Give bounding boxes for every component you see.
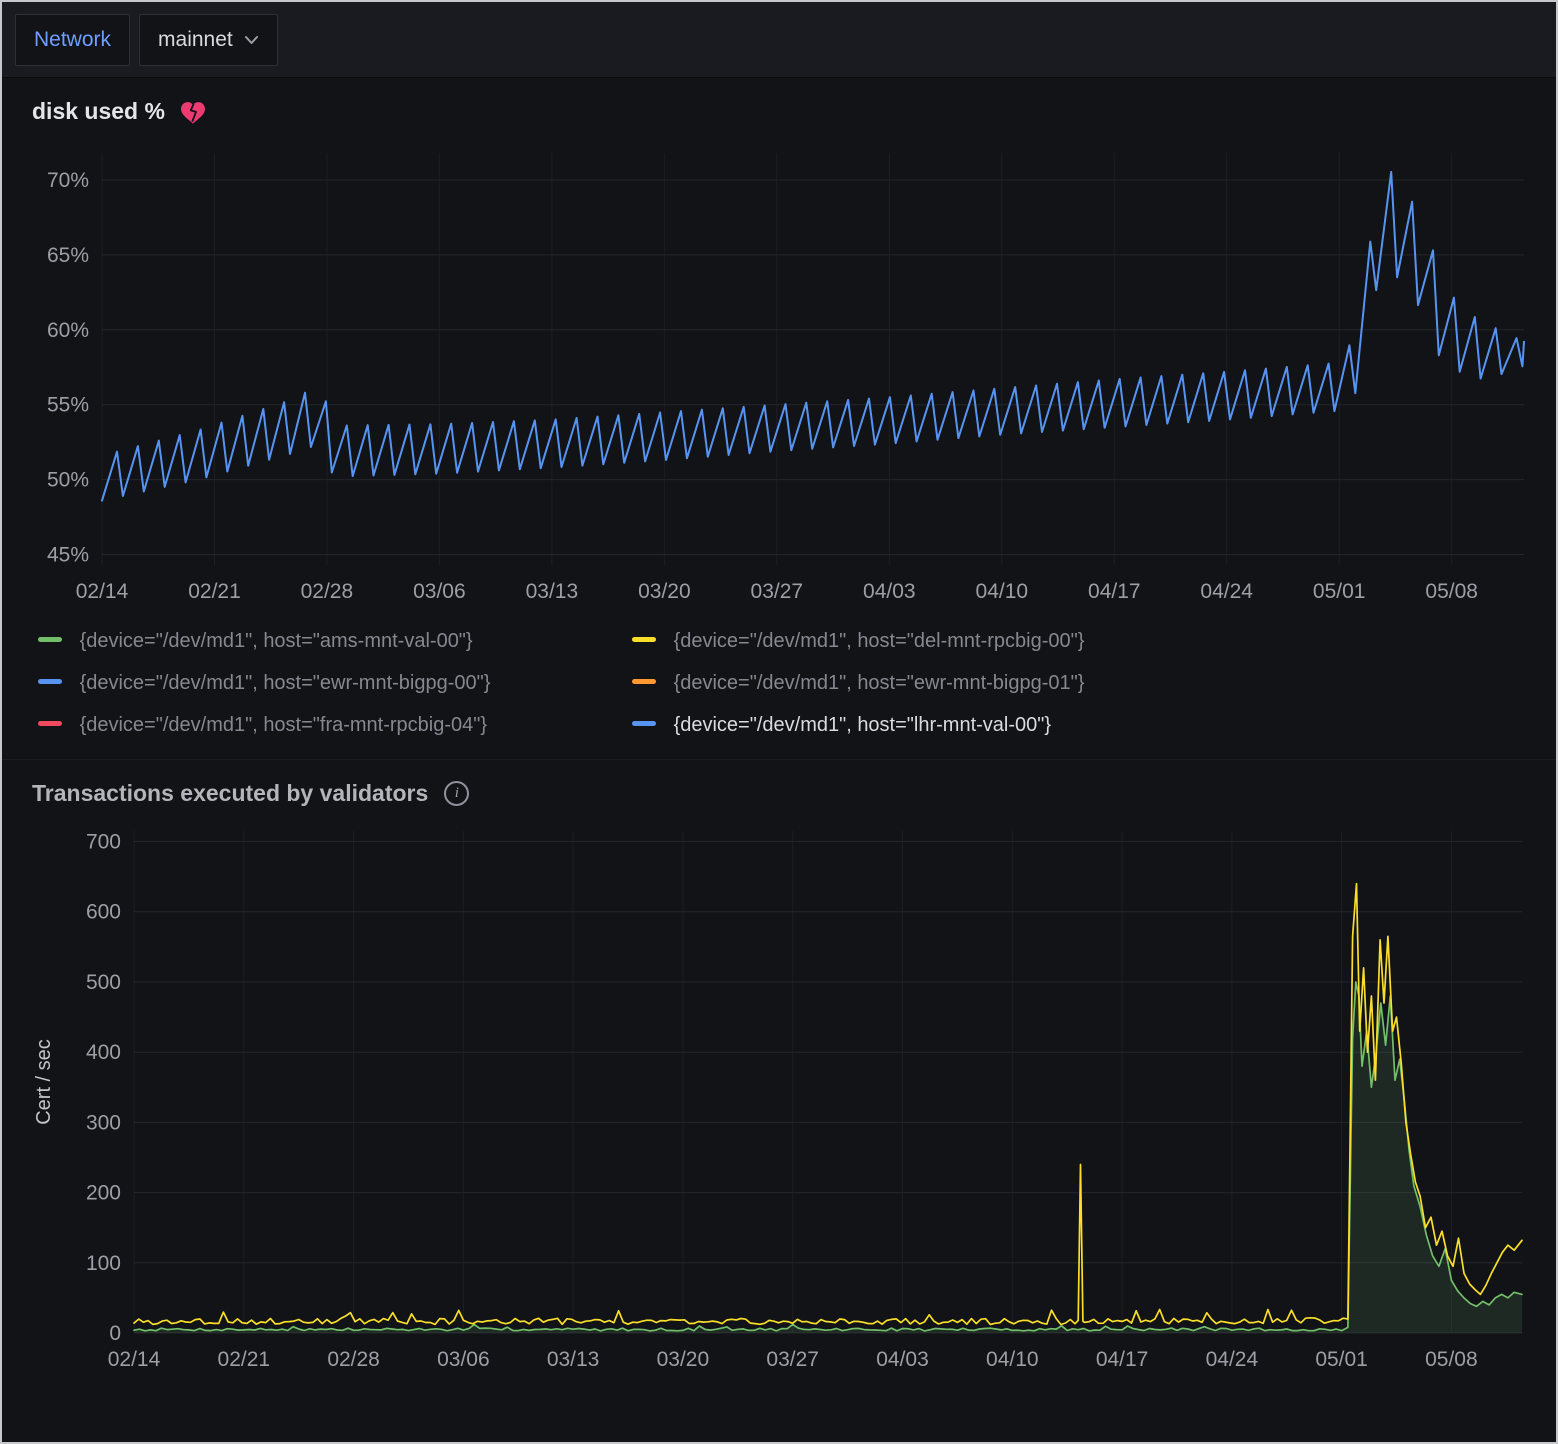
panel-disk-used: disk used % 02/14 02/21 02/28 03/06 03/13 03/… <box>2 78 1556 755</box>
x-tick-label: 05/01 <box>1313 580 1366 603</box>
legend-label: {device="/dev/md1", host="del-mnt-rpcbig… <box>674 630 1085 652</box>
x-tick-label: 05/08 <box>1425 1348 1478 1371</box>
series-fill <box>134 982 1522 1333</box>
legend-color-dash <box>632 721 656 726</box>
panel-header-disk-used: disk used % <box>2 78 1556 131</box>
y-tick-label: 65% <box>47 244 89 267</box>
dashboard-variables-bar: Network mainnet <box>2 2 1556 78</box>
network-variable-label: Network <box>15 14 130 66</box>
chevron-down-icon <box>244 35 259 45</box>
y-tick-label: 45% <box>47 544 89 567</box>
legend-color-dash <box>632 679 656 684</box>
legend-item-del-mnt-rpcbig-00[interactable]: {device="/dev/md1", host="del-mnt-rpcbig… <box>632 629 1556 653</box>
series-line <box>134 982 1522 1331</box>
x-tick-label: 04/24 <box>1206 1348 1259 1371</box>
transactions-chart[interactable]: 02/14 02/21 02/28 03/06 03/13 03/20 03/27 04/03… <box>16 817 1540 1383</box>
legend-label: {device="/dev/md1", host="ewr-mnt-bigpg-… <box>674 672 1085 694</box>
x-tick-label: 04/24 <box>1200 580 1253 603</box>
legend-color-dash <box>38 637 62 642</box>
y-tick-label: 500 <box>86 971 121 994</box>
x-tick-label: 03/13 <box>526 580 579 603</box>
series-line <box>134 884 1522 1325</box>
network-variable-value: mainnet <box>158 28 233 52</box>
x-tick-label: 05/01 <box>1315 1348 1368 1371</box>
x-tick-label: 03/27 <box>766 1348 819 1371</box>
legend-label: {device="/dev/md1", host="fra-mnt-rpcbig… <box>80 714 488 736</box>
y-tick-label: 100 <box>86 1252 121 1275</box>
disk-used-legend: {device="/dev/md1", host="ams-mnt-val-00… <box>2 613 1556 755</box>
y-tick-label: 700 <box>86 831 121 854</box>
x-tick-label: 04/10 <box>986 1348 1039 1371</box>
grafana-dashboard: Network mainnet disk used % 02/1402/2102… <box>0 0 1558 1444</box>
y-tick-label: 50% <box>47 469 89 492</box>
y-tick-label: 400 <box>86 1041 121 1064</box>
legend-item-ams-mnt-val-00[interactable]: {device="/dev/md1", host="ams-mnt-val-00… <box>38 629 632 653</box>
x-tick-label: 02/28 <box>301 580 354 603</box>
y-axis-label: Cert / sec <box>33 1039 55 1125</box>
y-tick-label: 600 <box>86 901 121 924</box>
x-tick-label: 03/06 <box>437 1348 490 1371</box>
x-tick-label: 04/17 <box>1088 580 1141 603</box>
legend-color-dash <box>38 679 62 684</box>
x-tick-label: 03/20 <box>638 580 691 603</box>
x-tick-label: 05/08 <box>1425 580 1478 603</box>
x-tick-label: 03/06 <box>413 580 466 603</box>
y-tick-label: 60% <box>47 319 89 342</box>
x-tick-label: 03/20 <box>657 1348 710 1371</box>
legend-label: {device="/dev/md1", host="lhr-mnt-val-00… <box>674 714 1051 736</box>
broken-heart-icon[interactable] <box>181 102 205 124</box>
x-tick-label: 02/21 <box>218 1348 271 1371</box>
x-tick-label: 02/14 <box>108 1348 161 1371</box>
x-tick-label: 04/03 <box>863 580 916 603</box>
y-tick-label: 55% <box>47 394 89 417</box>
y-tick-label: 0 <box>109 1322 121 1345</box>
disk-used-chart[interactable]: 02/14 02/21 02/28 03/06 03/13 03/20 03/27 04/03… <box>16 135 1540 613</box>
x-tick-label: 04/17 <box>1096 1348 1149 1371</box>
panel-transactions: Transactions executed by validators i 02… <box>2 759 1556 1383</box>
legend-label: {device="/dev/md1", host="ams-mnt-val-00… <box>80 630 473 652</box>
legend-item-lhr-mnt-val-00[interactable]: {device="/dev/md1", host="lhr-mnt-val-00… <box>632 713 1556 737</box>
x-tick-label: 04/03 <box>876 1348 929 1371</box>
x-tick-label: 03/27 <box>751 580 804 603</box>
info-icon[interactable]: i <box>444 781 469 806</box>
series-line <box>102 172 1524 501</box>
x-tick-label: 02/14 <box>76 580 129 603</box>
legend-item-fra-mnt-rpcbig-04[interactable]: {device="/dev/md1", host="fra-mnt-rpcbig… <box>38 713 632 737</box>
panel-title-disk-used: disk used % <box>32 98 165 125</box>
network-variable-dropdown[interactable]: mainnet <box>139 14 278 66</box>
x-tick-label: 02/21 <box>188 580 241 603</box>
legend-item-ewr-mnt-bigpg-00[interactable]: {device="/dev/md1", host="ewr-mnt-bigpg-… <box>38 671 632 695</box>
legend-item-ewr-mnt-bigpg-01[interactable]: {device="/dev/md1", host="ewr-mnt-bigpg-… <box>632 671 1556 695</box>
x-tick-label: 02/28 <box>327 1348 380 1371</box>
y-tick-label: 300 <box>86 1111 121 1134</box>
y-tick-label: 200 <box>86 1182 121 1205</box>
x-tick-label: 04/10 <box>976 580 1029 603</box>
legend-color-dash <box>632 637 656 642</box>
legend-label: {device="/dev/md1", host="ewr-mnt-bigpg-… <box>80 672 491 694</box>
y-tick-label: 70% <box>47 169 89 192</box>
panel-header-transactions: Transactions executed by validators i <box>2 760 1556 813</box>
panel-title-transactions: Transactions executed by validators <box>32 780 428 807</box>
x-tick-label: 03/13 <box>547 1348 600 1371</box>
legend-color-dash <box>38 721 62 726</box>
